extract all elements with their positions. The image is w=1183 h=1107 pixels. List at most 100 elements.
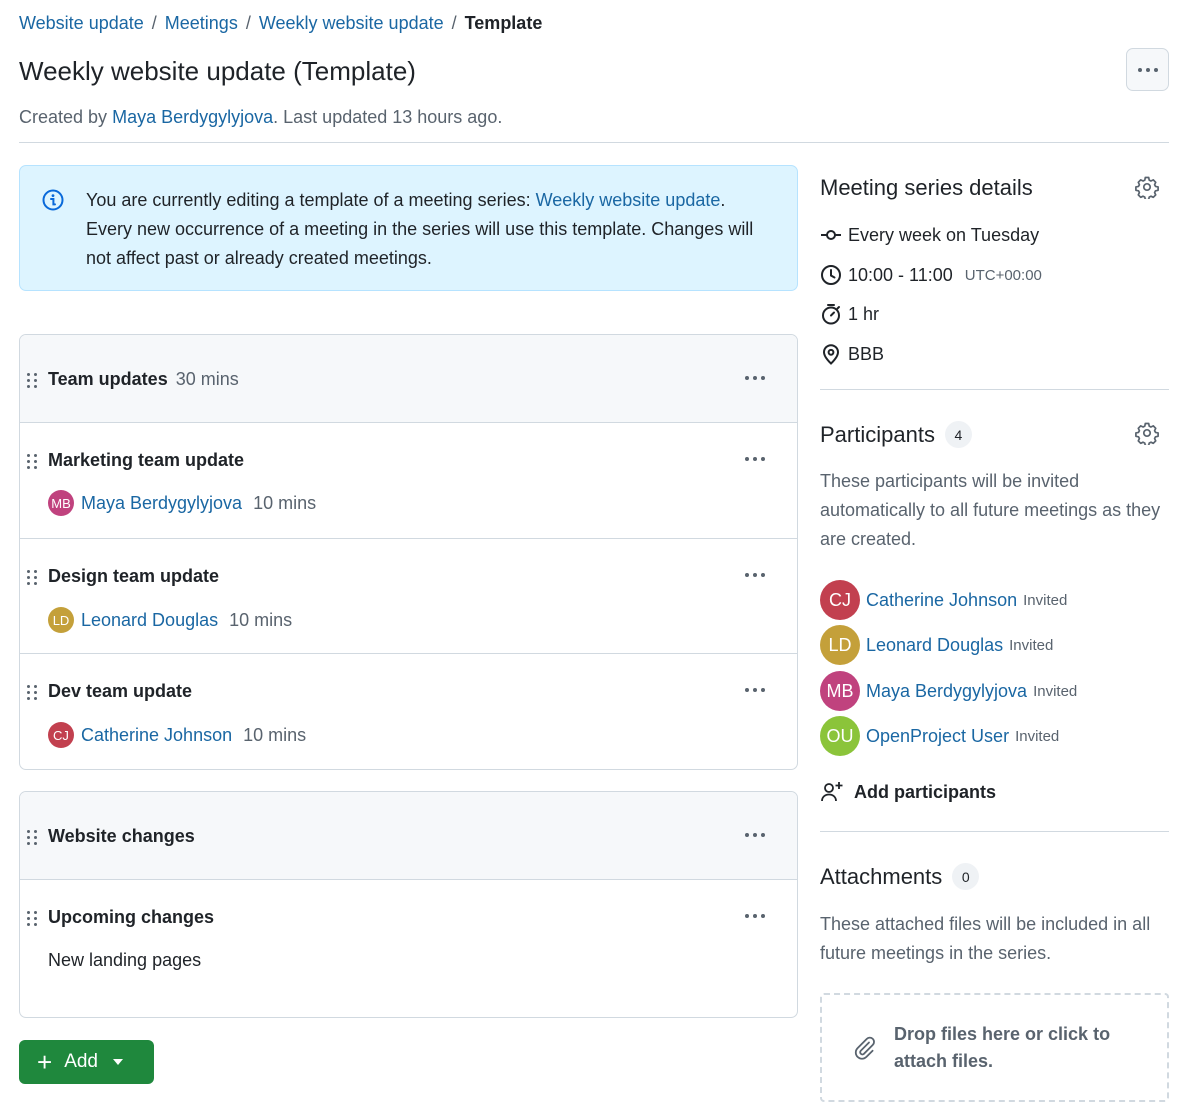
agenda-item-duration: 10 mins — [243, 724, 307, 745]
drag-handle-icon[interactable] — [27, 685, 38, 700]
drag-handle-icon[interactable] — [27, 830, 38, 845]
author-link[interactable]: Maya Berdygylyjova — [112, 107, 273, 127]
add-button[interactable]: + Add — [19, 1040, 154, 1084]
attachment-dropzone[interactable]: Drop files here or click to attach files… — [820, 993, 1169, 1102]
agenda-item: Marketing team update MB Maya Berdygylyj… — [20, 423, 797, 539]
drag-handle-icon[interactable] — [27, 373, 38, 388]
info-icon — [42, 189, 64, 211]
agenda-item-title: Design team update — [48, 566, 220, 586]
presenter-link[interactable]: Maya Berdygylyjova — [81, 493, 242, 514]
participant-row: MB Maya Berdygylyjova Invited — [820, 671, 1077, 711]
location-text: BBB — [848, 343, 885, 364]
agenda-section-team-updates: Team updates 30 mins Marketing team updat… — [19, 334, 798, 770]
section-header: Website changes — [20, 792, 797, 880]
breadcrumb: Website update / Meetings / Weekly websi… — [19, 13, 542, 34]
breadcrumb-separator: / — [151, 13, 157, 33]
agenda-item-duration: 10 mins — [229, 609, 293, 630]
gear-icon[interactable] — [1135, 421, 1159, 445]
presenter-link[interactable]: Catherine Johnson — [81, 725, 232, 746]
page-title: Weekly website update (Template) — [19, 56, 416, 86]
dropzone-line-2: attach files. — [894, 1050, 994, 1071]
breadcrumb-link-series[interactable]: Weekly website update — [259, 13, 444, 34]
add-button-label: Add — [64, 1051, 98, 1072]
participant-link[interactable]: OpenProject User — [866, 726, 1009, 747]
drag-handle-icon[interactable] — [27, 570, 38, 585]
more-horizontal-icon — [1137, 67, 1158, 72]
agenda-item-notes: New landing pages — [48, 950, 202, 970]
agenda-item-presenter: LD Leonard Douglas 10 mins — [48, 607, 292, 633]
series-location: BBB — [820, 343, 884, 365]
series-duration: 1 hr — [820, 303, 879, 325]
participant-row: CJ Catherine Johnson Invited — [820, 580, 1067, 620]
plus-icon: + — [37, 1047, 53, 1077]
agenda-item-menu-icon[interactable] — [745, 914, 765, 918]
page-more-button[interactable] — [1126, 48, 1169, 91]
add-participants-button[interactable]: Add participants — [820, 780, 996, 804]
presenter-link[interactable]: Leonard Douglas — [81, 610, 218, 631]
section-title-text: Team updates — [48, 369, 168, 389]
participant-link[interactable]: Maya Berdygylyjova — [866, 681, 1027, 702]
clock-icon — [821, 265, 841, 285]
location-pin-icon — [822, 344, 840, 365]
participant-link[interactable]: Catherine Johnson — [866, 590, 1017, 611]
created-prefix: Created by — [19, 107, 108, 127]
agenda-item-menu-icon[interactable] — [745, 573, 765, 577]
breadcrumb-link-project[interactable]: Website update — [19, 13, 144, 34]
agenda-item-title: Upcoming changes — [48, 907, 215, 927]
agenda-item: Upcoming changes New landing pages — [20, 880, 797, 1017]
agenda-item-menu-icon[interactable] — [745, 688, 765, 692]
agenda-section-website-changes: Website changes Upcoming changes New lan… — [19, 791, 798, 1018]
add-participants-label: Add participants — [854, 781, 997, 802]
dropzone-line-1: Drop files here or click to — [894, 1023, 1111, 1044]
avatar: OU — [820, 716, 860, 756]
participants-description: These participants will be invited autom… — [820, 471, 1161, 549]
series-time: 10:00 - 11:00 UTC+00:00 — [820, 264, 1042, 286]
banner-text-before: You are currently editing a template of … — [86, 190, 536, 210]
participant-row: LD Leonard Douglas Invited — [820, 625, 1053, 665]
stopwatch-icon — [822, 304, 840, 325]
timezone-text: UTC+00:00 — [964, 266, 1042, 284]
caret-down-icon — [113, 1059, 123, 1065]
section-menu-icon[interactable] — [745, 376, 765, 380]
breadcrumb-current: Template — [464, 13, 543, 33]
person-add-icon — [821, 782, 843, 802]
section-menu-icon[interactable] — [745, 833, 765, 837]
breadcrumb-link-meetings[interactable]: Meetings — [165, 13, 238, 34]
participants-title: Participants 4 — [820, 421, 972, 448]
agenda-item-title: Dev team update — [48, 681, 193, 701]
agenda-item-menu-icon[interactable] — [745, 457, 765, 461]
breadcrumb-separator: / — [245, 13, 251, 33]
sidebar-divider — [820, 389, 1169, 390]
avatar: LD — [48, 607, 74, 633]
agenda-item-presenter: CJ Catherine Johnson 10 mins — [48, 722, 306, 748]
paperclip-icon — [854, 1036, 875, 1060]
section-title-text: Website changes — [48, 826, 195, 846]
page-subtitle: Created by Maya Berdygylyjova. Last upda… — [19, 107, 502, 128]
drag-handle-icon[interactable] — [27, 454, 38, 469]
drag-handle-icon[interactable] — [27, 911, 38, 926]
participant-status: Invited — [1015, 727, 1060, 745]
avatar: MB — [820, 671, 860, 711]
agenda-item-duration: 10 mins — [253, 492, 317, 513]
participant-link[interactable]: Leonard Douglas — [866, 635, 1003, 656]
gear-icon[interactable] — [1135, 175, 1159, 199]
avatar: CJ — [820, 580, 860, 620]
attachments-title: Attachments 0 — [820, 863, 980, 890]
participant-status: Invited — [1023, 591, 1068, 609]
participant-status: Invited — [1033, 682, 1078, 700]
section-title: Team updates 30 mins — [48, 369, 239, 390]
section-duration: 30 mins — [175, 369, 239, 389]
participants-title-text: Participants — [820, 421, 935, 447]
agenda-item: Design team update LD Leonard Douglas 10… — [20, 539, 797, 654]
template-info-banner: You are currently editing a template of … — [19, 165, 798, 291]
banner-series-link[interactable]: Weekly website update — [536, 190, 721, 210]
recurrence-text: Every week on Tuesday — [848, 224, 1040, 245]
avatar: MB — [48, 490, 74, 516]
sidebar-divider — [820, 831, 1169, 832]
avatar: LD — [820, 625, 860, 665]
series-recurrence: Every week on Tuesday — [820, 224, 1039, 246]
agenda-item-presenter: MB Maya Berdygylyjova 10 mins — [48, 490, 316, 516]
header-divider — [19, 142, 1169, 143]
section-header: Team updates 30 mins — [20, 335, 797, 423]
participant-row: OU OpenProject User Invited — [820, 716, 1059, 756]
